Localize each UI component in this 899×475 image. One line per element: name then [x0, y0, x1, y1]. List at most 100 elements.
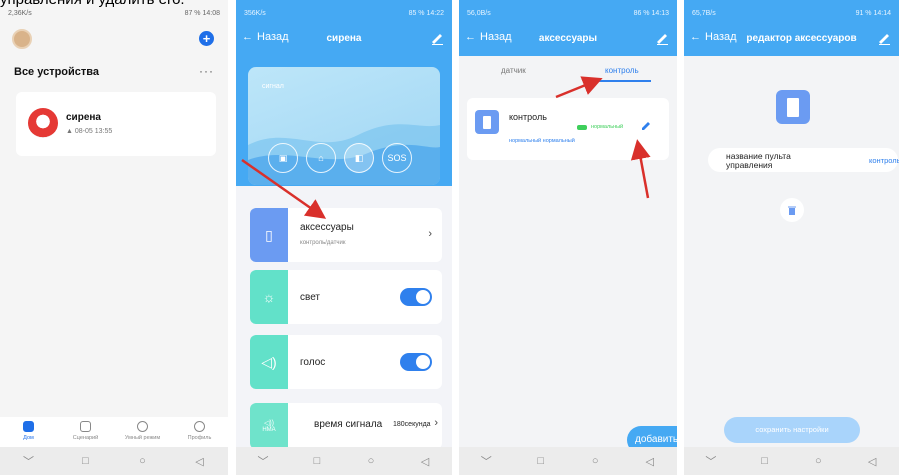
add-label: добавить	[635, 434, 677, 445]
status-left: 65,7B/s	[692, 10, 716, 17]
alarm-time-value: 180секунда	[393, 421, 431, 428]
bottom-tab-bar: Дом Сценарий Умный режим Профиль	[0, 417, 228, 447]
tab-smart-mode[interactable]: Умный режим	[115, 417, 171, 447]
system-nav-bar: ﹀ □ ○ ◁	[459, 447, 677, 475]
back-triangle-icon[interactable]: ◁	[866, 455, 878, 468]
house-icon: ⌂	[318, 153, 324, 163]
tab-home[interactable]: Дом	[1, 417, 57, 447]
alarm-icon-text: НМА	[262, 427, 276, 433]
pencil-edit-icon[interactable]	[641, 121, 651, 131]
back-triangle-icon[interactable]: ◁	[419, 455, 431, 468]
header: ← Назад редактор аксессуаров	[684, 24, 899, 56]
status-bar: 65,7B/s 91 % 14:14	[684, 0, 899, 24]
unlock-icon: ◧	[354, 152, 364, 163]
page-title: редактор аксессуаров	[746, 33, 857, 44]
checkbox-icon	[80, 421, 91, 432]
chevron-right-icon: ›	[428, 228, 432, 240]
accessory-icon: ▯	[250, 208, 288, 262]
light-row: ☼ свет	[250, 270, 442, 324]
edit-icon[interactable]	[430, 31, 444, 45]
status-left: 356K/s	[244, 10, 266, 17]
device-time-text: 08-05 13:55	[74, 128, 113, 135]
alarm-icon: ◁)) НМА	[250, 403, 288, 449]
avatar[interactable]	[12, 29, 32, 49]
tab-scenario-label: Сценарий	[72, 435, 99, 441]
status-right: 86 % 14:13	[633, 10, 669, 17]
accessory-card-control[interactable]: контроль нормальный нормальный нормальны…	[467, 98, 669, 160]
home-mode-button[interactable]: ⌂	[306, 143, 336, 173]
home-circle-icon[interactable]: ○	[812, 455, 824, 467]
page-title: сирена	[326, 33, 362, 44]
signal-title: сигнал	[262, 83, 284, 90]
chevron-down-icon[interactable]: ﹀	[257, 455, 269, 468]
lock-mode-button[interactable]: ▣	[268, 143, 298, 173]
voice-row: ◁) голос	[250, 335, 442, 389]
accessory-status: нормальный	[591, 124, 624, 130]
tab-profile[interactable]: Профиль	[172, 417, 228, 447]
status-left: 56,0B/s	[467, 10, 491, 17]
chevron-down-icon[interactable]: ﹀	[705, 455, 717, 468]
remote-name-value: название пульта управления	[726, 151, 791, 170]
home-circle-icon[interactable]: ○	[589, 455, 601, 467]
recent-apps-icon[interactable]: □	[759, 455, 771, 467]
tab-control[interactable]: контроль	[605, 66, 639, 75]
save-settings-button[interactable]: сохранить настройки	[724, 417, 860, 443]
lock-icon: ▣	[278, 152, 288, 163]
recent-apps-icon[interactable]: □	[80, 455, 92, 467]
chevron-down-icon[interactable]: ﹀	[480, 455, 492, 468]
home-circle-icon[interactable]: ○	[365, 455, 377, 467]
smart-mode-icon	[137, 421, 148, 432]
device-card-siren[interactable]: сирена ▲ 08-05 13:55	[16, 92, 216, 156]
status-left: 2,36K/s	[8, 10, 32, 17]
recent-apps-icon[interactable]: □	[535, 455, 547, 467]
alarm-time-row[interactable]: ◁)) НМА время сигнала 180секунда ›	[250, 403, 442, 449]
state-1: нормальный	[509, 138, 542, 144]
tab-home-label: Дом	[23, 435, 34, 441]
edit-icon[interactable]	[655, 31, 669, 45]
screen-siren: 356K/s 85 % 14:22 ← Назад сирена сигнал ▣…	[236, 0, 452, 475]
screen-accessories: 56,0B/s 86 % 14:13 ← Назад аксессуары дат…	[459, 0, 677, 475]
bell-icon: ▲	[66, 128, 75, 135]
back-triangle-icon[interactable]: ◁	[644, 455, 656, 468]
accessories-title: аксессуары	[300, 222, 354, 233]
status-right: 85 % 14:22	[408, 10, 444, 17]
accessory-states: нормальный нормальный	[509, 138, 575, 144]
tab-profile-label: Профиль	[187, 435, 212, 441]
unlock-mode-button[interactable]: ◧	[344, 143, 374, 173]
light-title: свет	[300, 292, 321, 303]
sos-label: SOS	[387, 153, 407, 163]
recent-apps-icon[interactable]: □	[311, 455, 323, 467]
remote-icon	[475, 110, 499, 134]
screen-all-devices: 2,36K/s 87 % 14:08 + Все устройства ··· …	[0, 0, 228, 475]
voice-toggle[interactable]	[400, 353, 432, 371]
caption-text: управления и удалить его.	[0, 0, 185, 8]
status-right: 87 % 14:08	[184, 10, 220, 17]
delete-button[interactable]	[780, 198, 804, 222]
tab-scenario[interactable]: Сценарий	[58, 417, 114, 447]
battery-icon	[577, 125, 587, 130]
bulb-icon: ☼	[250, 270, 288, 324]
sos-button[interactable]: SOS	[382, 143, 412, 173]
caption: управления и удалить его.	[0, 0, 240, 10]
tab-sensor[interactable]: датчик	[501, 66, 526, 75]
page-title: аксессуары	[538, 33, 598, 44]
device-time: ▲ 08-05 13:55	[66, 128, 112, 135]
chevron-down-icon[interactable]: ﹀	[23, 455, 35, 468]
add-device-button[interactable]: +	[199, 31, 214, 46]
mode-buttons: ▣ ⌂ ◧ SOS	[268, 143, 412, 173]
light-toggle[interactable]	[400, 288, 432, 306]
remote-icon	[776, 90, 810, 124]
system-nav-bar: ﹀ □ ○ ◁	[684, 447, 899, 475]
active-tab-indicator	[599, 80, 651, 82]
more-options-icon[interactable]: ···	[199, 64, 214, 78]
back-triangle-icon[interactable]: ◁	[194, 455, 206, 468]
voice-title: голос	[300, 357, 326, 368]
trash-icon	[788, 206, 796, 215]
accessories-row[interactable]: ▯ аксессуары контроль/датчик ›	[250, 208, 442, 262]
edit-icon[interactable]	[877, 31, 891, 45]
home-circle-icon[interactable]: ○	[137, 455, 149, 467]
alarm-time-title: время сигнала	[314, 419, 383, 430]
header: ← Назад сирена	[236, 24, 452, 56]
page-title: Все устройства	[14, 66, 100, 78]
system-nav-bar: ﹀ □ ○ ◁	[236, 447, 452, 475]
